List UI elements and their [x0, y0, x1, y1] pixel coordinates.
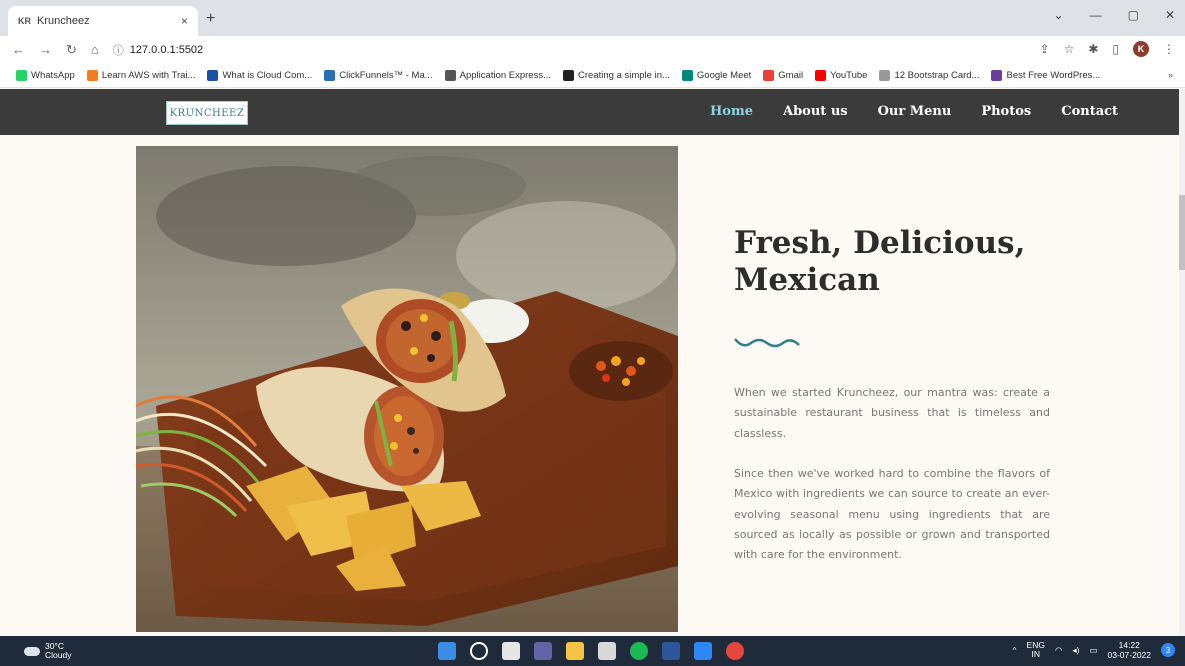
google-meet-icon [681, 70, 693, 81]
page-scrollbar[interactable] [1179, 89, 1185, 636]
show-hidden-icons-icon[interactable]: ^ [1013, 645, 1017, 655]
language-indicator[interactable]: ENG IN [1027, 640, 1045, 660]
word-icon[interactable] [662, 642, 680, 660]
bookmarks-bar: WhatsApp Learn AWS with Trai... What is … [0, 64, 1185, 88]
tab-favicon-icon: KR [18, 16, 31, 26]
bookmark-item[interactable]: WhatsApp [16, 70, 75, 81]
browser-tab-strip: KR Kruncheez × + ⌄ — ▢ ✕ [0, 0, 1185, 36]
globe-icon [444, 70, 456, 81]
story-paragraph: Since then we've worked hard to combine … [734, 467, 1050, 562]
site-header: KRUNCHEEZ Home About us Our Menu Photos … [0, 89, 1179, 135]
url-text[interactable]: 127.0.0.1:5502 [130, 44, 203, 56]
nav-our-menu[interactable]: Our Menu [878, 104, 952, 119]
nav-home[interactable]: Home [710, 104, 753, 119]
new-tab-button[interactable]: + [206, 10, 215, 28]
youtube-icon [815, 70, 827, 81]
search-icon[interactable] [470, 642, 488, 660]
taskbar-apps [438, 642, 744, 660]
teams-icon[interactable] [534, 642, 552, 660]
store-icon[interactable] [598, 642, 616, 660]
system-tray: ^ ENG IN ◠ ◂) ▭ 14:22 03-07-2022 3 [1013, 640, 1175, 660]
hero-heading: Fresh, Delicious, Mexican [734, 225, 1026, 299]
site-logo[interactable]: KRUNCHEEZ [166, 101, 248, 125]
nav-buttons: ← → ↻ ⌂ [12, 42, 99, 58]
info-icon[interactable]: ⓘ [113, 42, 124, 58]
vscode-icon[interactable] [694, 642, 712, 660]
maximize-icon[interactable]: ▢ [1128, 8, 1139, 22]
menu-icon[interactable]: ⋮ [1163, 42, 1175, 56]
bookmark-item[interactable]: ClickFunnels™ - Ma... [324, 70, 433, 81]
task-view-icon[interactable] [502, 642, 520, 660]
clock-time: 14:22 [1118, 640, 1140, 650]
hero-food-image [136, 146, 678, 632]
aws-icon [86, 70, 98, 81]
bookmark-item[interactable]: Learn AWS with Trai... [86, 70, 195, 81]
clock-date: 03-07-2022 [1107, 650, 1151, 661]
intro-paragraph: When we started Kruncheez, our mantra wa… [734, 386, 1050, 440]
cloud-icon [207, 70, 219, 81]
minimize-icon[interactable]: — [1090, 8, 1102, 22]
close-window-icon[interactable]: ✕ [1165, 8, 1175, 22]
bookmark-item[interactable]: Google Meet [681, 70, 751, 81]
forward-icon[interactable]: → [39, 42, 52, 58]
browser-tab[interactable]: KR Kruncheez × [8, 6, 198, 36]
bookmark-item[interactable]: Best Free WordPres... [991, 70, 1100, 81]
clock[interactable]: 14:22 03-07-2022 [1108, 640, 1151, 660]
nav-contact[interactable]: Contact [1061, 104, 1118, 119]
whatsapp-icon [16, 70, 27, 81]
weather-condition: Cloudy [45, 650, 72, 661]
side-panel-icon[interactable]: ▯ [1112, 42, 1119, 56]
home-icon[interactable]: ⌂ [91, 42, 99, 58]
address-bar-row: ← → ↻ ⌂ ⓘ 127.0.0.1:5502 ⇪ ☆ ✱ ▯ K ⋮ [0, 36, 1185, 64]
back-icon[interactable]: ← [12, 42, 25, 58]
bookmark-item[interactable]: 12 Bootstrap Card... [879, 70, 979, 81]
profile-avatar[interactable]: K [1133, 41, 1149, 57]
nav-photos[interactable]: Photos [981, 104, 1031, 119]
wordpress-icon [991, 70, 1003, 81]
site-nav: Home About us Our Menu Photos Contact [710, 104, 1118, 119]
spotify-icon[interactable] [630, 642, 648, 660]
clickfunnels-icon [324, 70, 336, 81]
url-field[interactable]: ⓘ 127.0.0.1:5502 [113, 42, 203, 58]
bookmark-item[interactable]: YouTube [815, 70, 867, 81]
notification-badge[interactable]: 3 [1161, 643, 1175, 658]
code-icon [879, 70, 891, 81]
chrome-icon[interactable] [726, 642, 744, 660]
bookmark-item[interactable]: Application Express... [444, 70, 551, 81]
tab-search-icon[interactable]: ⌄ [1054, 8, 1064, 22]
share-icon[interactable]: ⇪ [1040, 42, 1050, 56]
battery-icon[interactable]: ▭ [1089, 645, 1097, 656]
bookmark-item[interactable]: What is Cloud Com... [207, 70, 312, 81]
gmail-icon [763, 70, 775, 81]
bookmark-item[interactable]: Creating a simple in... [563, 70, 670, 81]
tab-title: Kruncheez [37, 15, 90, 27]
reload-icon[interactable]: ↻ [66, 42, 77, 58]
file-explorer-icon[interactable] [566, 642, 584, 660]
start-icon[interactable] [438, 642, 456, 660]
extensions-icon[interactable]: ✱ [1088, 42, 1098, 56]
nav-about-us[interactable]: About us [783, 104, 848, 119]
volume-icon[interactable]: ◂) [1072, 645, 1079, 656]
bookmark-star-icon[interactable]: ☆ [1064, 42, 1075, 56]
scrollbar-thumb[interactable] [1179, 195, 1185, 270]
bookmark-item[interactable]: Gmail [763, 70, 803, 81]
bookmarks-overflow-icon[interactable]: » [1168, 70, 1173, 80]
wifi-icon[interactable]: ◠ [1055, 645, 1062, 656]
window-controls: ⌄ — ▢ ✕ [1054, 8, 1175, 22]
tab-close-icon[interactable]: × [181, 14, 188, 28]
cloud-icon [24, 646, 40, 656]
weather-widget[interactable]: 30°C Cloudy [24, 641, 72, 661]
medium-icon [563, 70, 575, 81]
wave-divider-icon [734, 338, 800, 348]
os-taskbar: 30°C Cloudy ^ ENG IN ◠ ◂) ▭ 14:22 03-07-… [0, 636, 1185, 666]
toolbar-icons: ⇪ ☆ ✱ ▯ K ⋮ [1040, 41, 1175, 57]
